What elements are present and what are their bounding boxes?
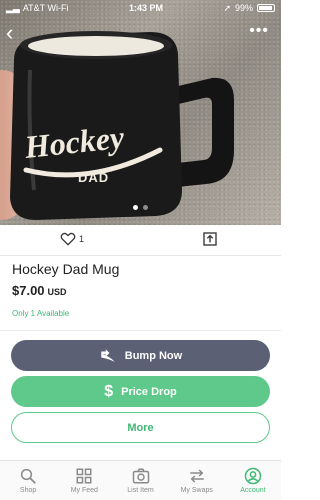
bump-now-label: Bump Now	[124, 349, 183, 362]
bump-now-button[interactable]: Bump Now	[11, 340, 270, 371]
tab-my-swaps-label: My Swaps	[180, 487, 213, 494]
price-drop-label: Price Drop	[121, 385, 177, 398]
share-button[interactable]	[202, 231, 218, 252]
share-icon	[203, 232, 217, 246]
mug-illustration: Hockey DAD	[10, 31, 234, 220]
battery-level: 99%	[234, 3, 253, 13]
heart-icon	[60, 232, 76, 246]
tab-my-swaps[interactable]: My Swaps	[169, 461, 225, 500]
swap-icon	[189, 469, 204, 483]
like-count: 1	[79, 234, 85, 244]
more-label: More	[127, 421, 154, 434]
camera-icon	[132, 468, 149, 484]
battery-icon	[257, 4, 275, 12]
location-icon: ➚	[223, 2, 231, 13]
tab-shop[interactable]: Shop	[0, 461, 56, 500]
tab-my-feed[interactable]: My Feed	[56, 461, 112, 500]
mug-text-bottom: DAD	[78, 170, 109, 185]
back-chevron-icon[interactable]: ‹	[6, 22, 24, 44]
tab-list-item[interactable]: List Item	[112, 461, 168, 500]
account-icon	[244, 467, 262, 485]
more-button[interactable]: More	[11, 412, 270, 443]
status-bar: ▂▃ AT&T Wi-Fi 1:43 PM ➚ 99%	[0, 0, 281, 16]
tab-shop-label: Shop	[19, 487, 37, 494]
tab-account-label: Account	[240, 487, 266, 494]
tab-my-feed-label: My Feed	[70, 487, 98, 494]
grid-icon	[76, 468, 92, 484]
divider	[0, 330, 281, 331]
dollar-icon: $	[104, 382, 114, 400]
tab-list-item-label: List Item	[127, 487, 154, 494]
bump-arrow-icon	[101, 348, 115, 362]
pager-dot-1[interactable]	[133, 205, 138, 210]
listing-actions: 1	[0, 226, 281, 256]
clock: 1:43 PM	[128, 3, 163, 13]
search-icon	[20, 468, 36, 484]
more-options-icon[interactable]: •••	[249, 22, 269, 40]
signal-icon: ▂▃	[6, 2, 20, 13]
like-button[interactable]: 1	[60, 232, 84, 246]
listing-price: $7.00 USD	[12, 283, 67, 298]
image-pager[interactable]	[0, 205, 281, 210]
pager-dot-2[interactable]	[143, 205, 148, 210]
price-currency: USD	[47, 287, 67, 297]
availability-label: Only 1 Available	[12, 309, 70, 318]
listing-title: Hockey Dad Mug	[12, 261, 120, 277]
tab-account[interactable]: Account	[225, 461, 281, 500]
carrier-label: AT&T Wi-Fi	[22, 3, 69, 13]
tab-bar: Shop My Feed List Item My Swaps Account	[0, 460, 281, 500]
price-amount: $7.00	[12, 283, 45, 298]
listing-photo[interactable]: Hockey DAD ▂▃ AT&T Wi-Fi 1:43 PM ➚ 99% ‹…	[0, 0, 281, 225]
price-drop-button[interactable]: $ Price Drop	[11, 376, 270, 407]
